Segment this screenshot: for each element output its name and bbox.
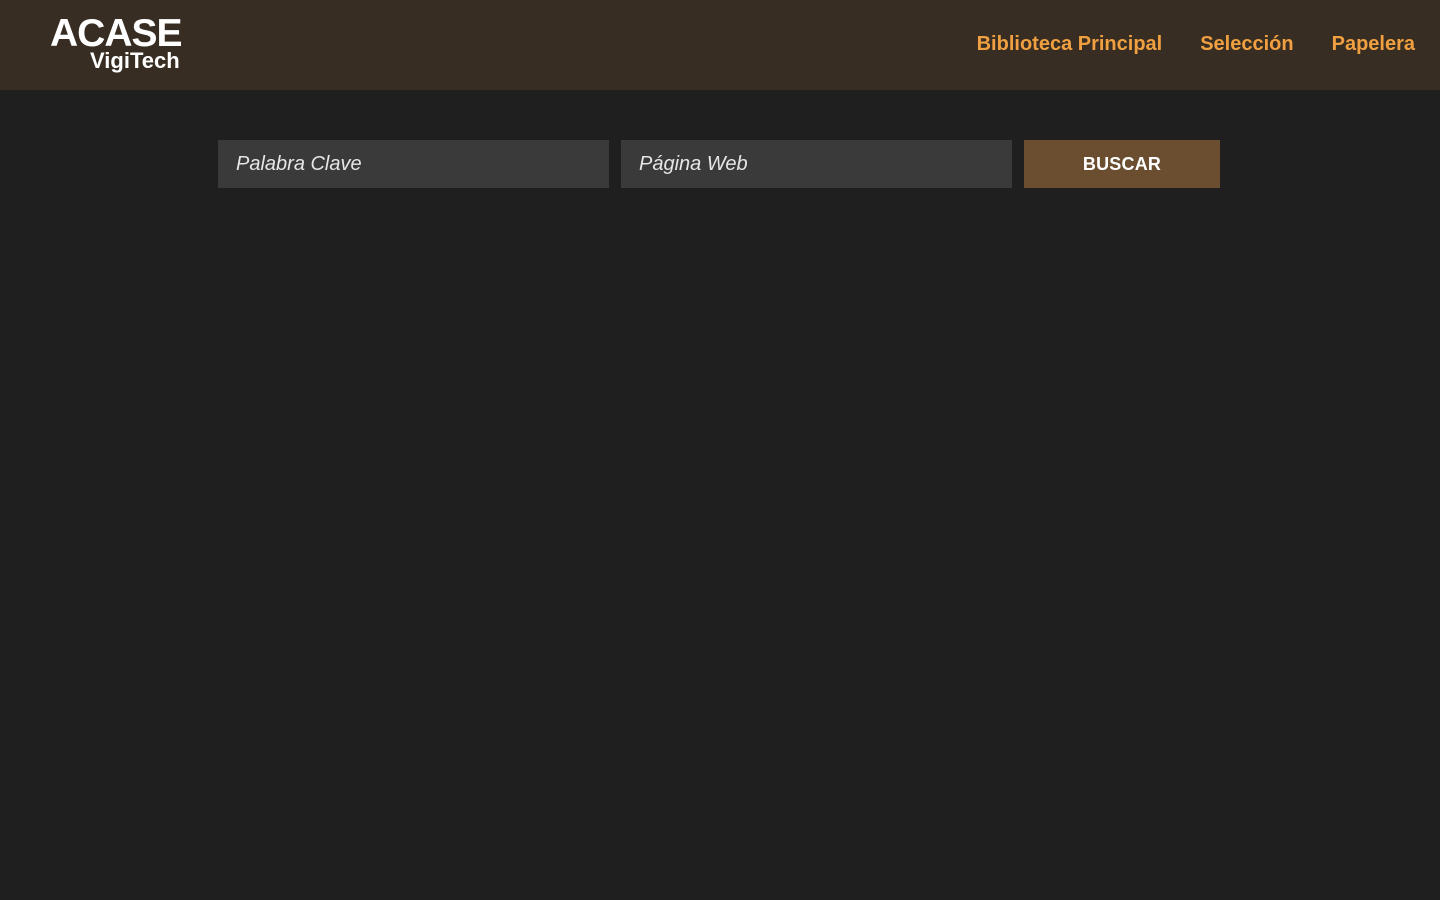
search-button[interactable]: BUSCAR [1024,140,1220,188]
brand-product-name: VigiTech [90,48,180,73]
nav-item-biblioteca-principal[interactable]: Biblioteca Principal [977,33,1163,56]
keyword-input[interactable] [218,140,609,188]
main-nav: Biblioteca Principal Selección Papelera [977,0,1415,88]
website-input[interactable] [621,140,1012,188]
nav-item-papelera[interactable]: Papelera [1332,33,1415,56]
main-content [0,90,1440,900]
nav-item-seleccion[interactable]: Selección [1200,33,1293,56]
app-header: ACASE VigiTech Biblioteca Principal Sele… [0,0,1440,90]
search-bar: BUSCAR [218,140,1220,188]
brand-logo[interactable]: ACASE VigiTech [50,10,200,80]
